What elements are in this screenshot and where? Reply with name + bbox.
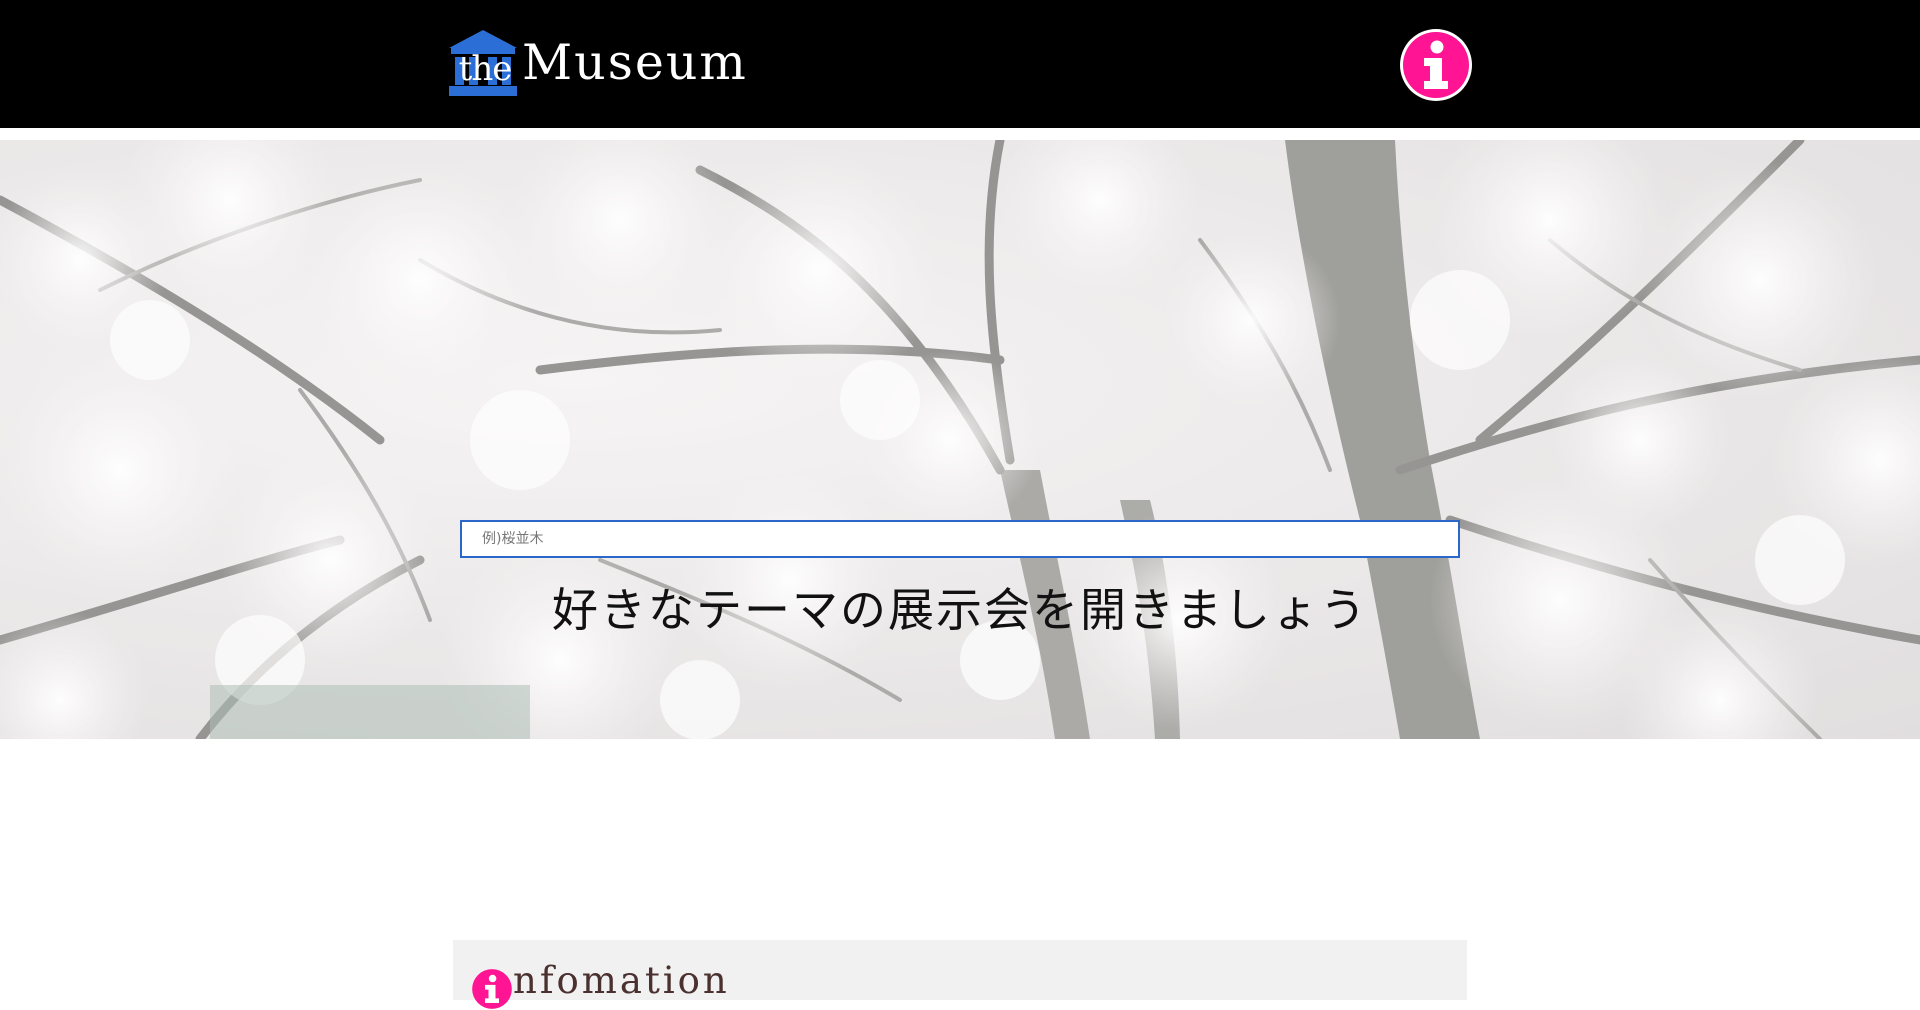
info-heading-text: nfomation [513, 959, 730, 1002]
search-input[interactable] [460, 520, 1460, 558]
logo-name: Museum [522, 34, 748, 91]
hero-overlay [0, 140, 1920, 739]
info-button[interactable] [1400, 29, 1472, 101]
info-icon [1403, 32, 1469, 98]
hero-section: 好きなテーマの展示会を開きましょう [0, 140, 1920, 739]
info-section: nfomation [453, 940, 1467, 1009]
hero-tagline: 好きなテーマの展示会を開きましょう [552, 583, 1368, 637]
site-logo[interactable]: the Museum [447, 28, 746, 98]
info-icon [472, 969, 512, 1009]
logo-prefix: the [458, 49, 513, 89]
site-header: the Museum [0, 0, 1920, 128]
